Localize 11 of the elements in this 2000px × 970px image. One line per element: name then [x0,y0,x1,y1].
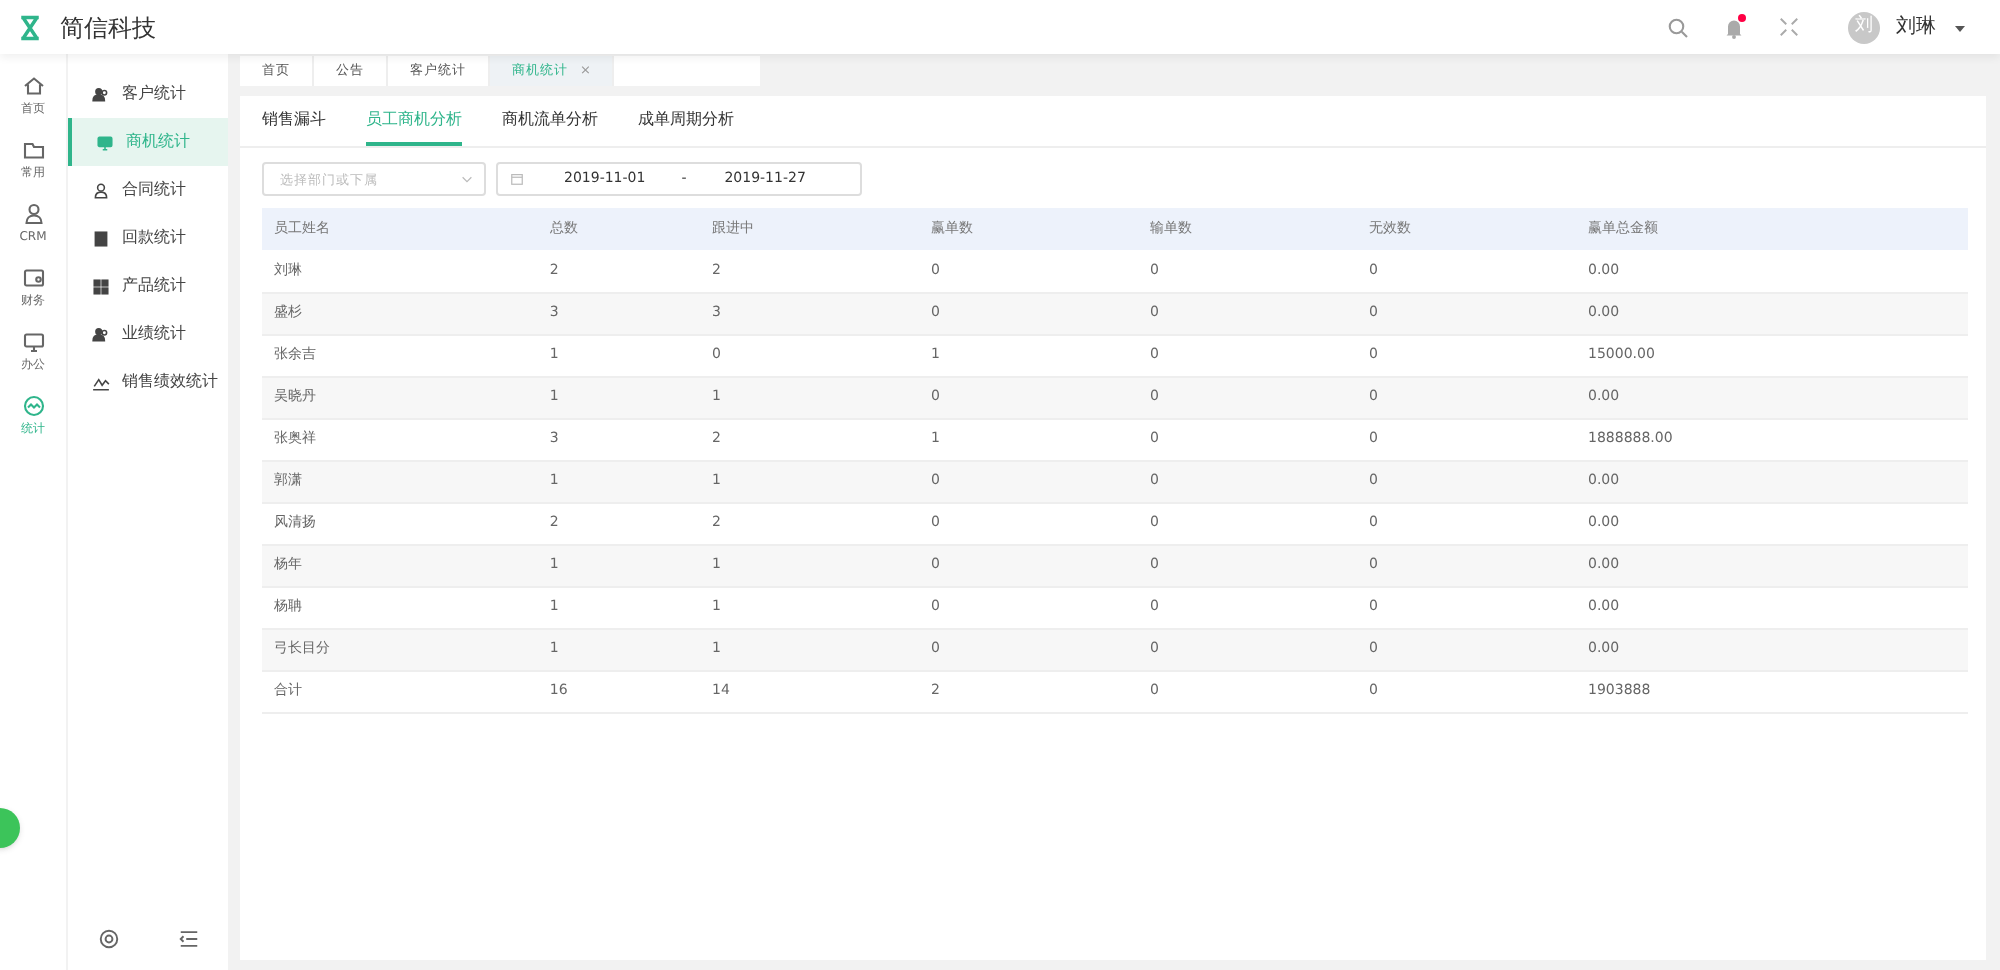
sidebar-item[interactable]: 业绩统计 [68,310,228,358]
sidebar-item[interactable]: 客户统计 [68,70,228,118]
sidebar-item[interactable]: 合同统计 [68,166,228,214]
user-name[interactable]: 刘琳 [1896,12,1936,42]
tab[interactable]: 销售漏斗 [262,96,326,146]
tab[interactable]: 成单周期分析 [638,96,734,146]
sidebar-item[interactable]: 产品统计 [68,262,228,310]
app-title: 简信科技 [60,11,156,45]
tab[interactable]: 商机流单分析 [502,96,598,146]
sidebar-item[interactable]: 销售绩效统计 [68,358,228,406]
sidebar-item[interactable]: 回款统计 [68,214,228,262]
